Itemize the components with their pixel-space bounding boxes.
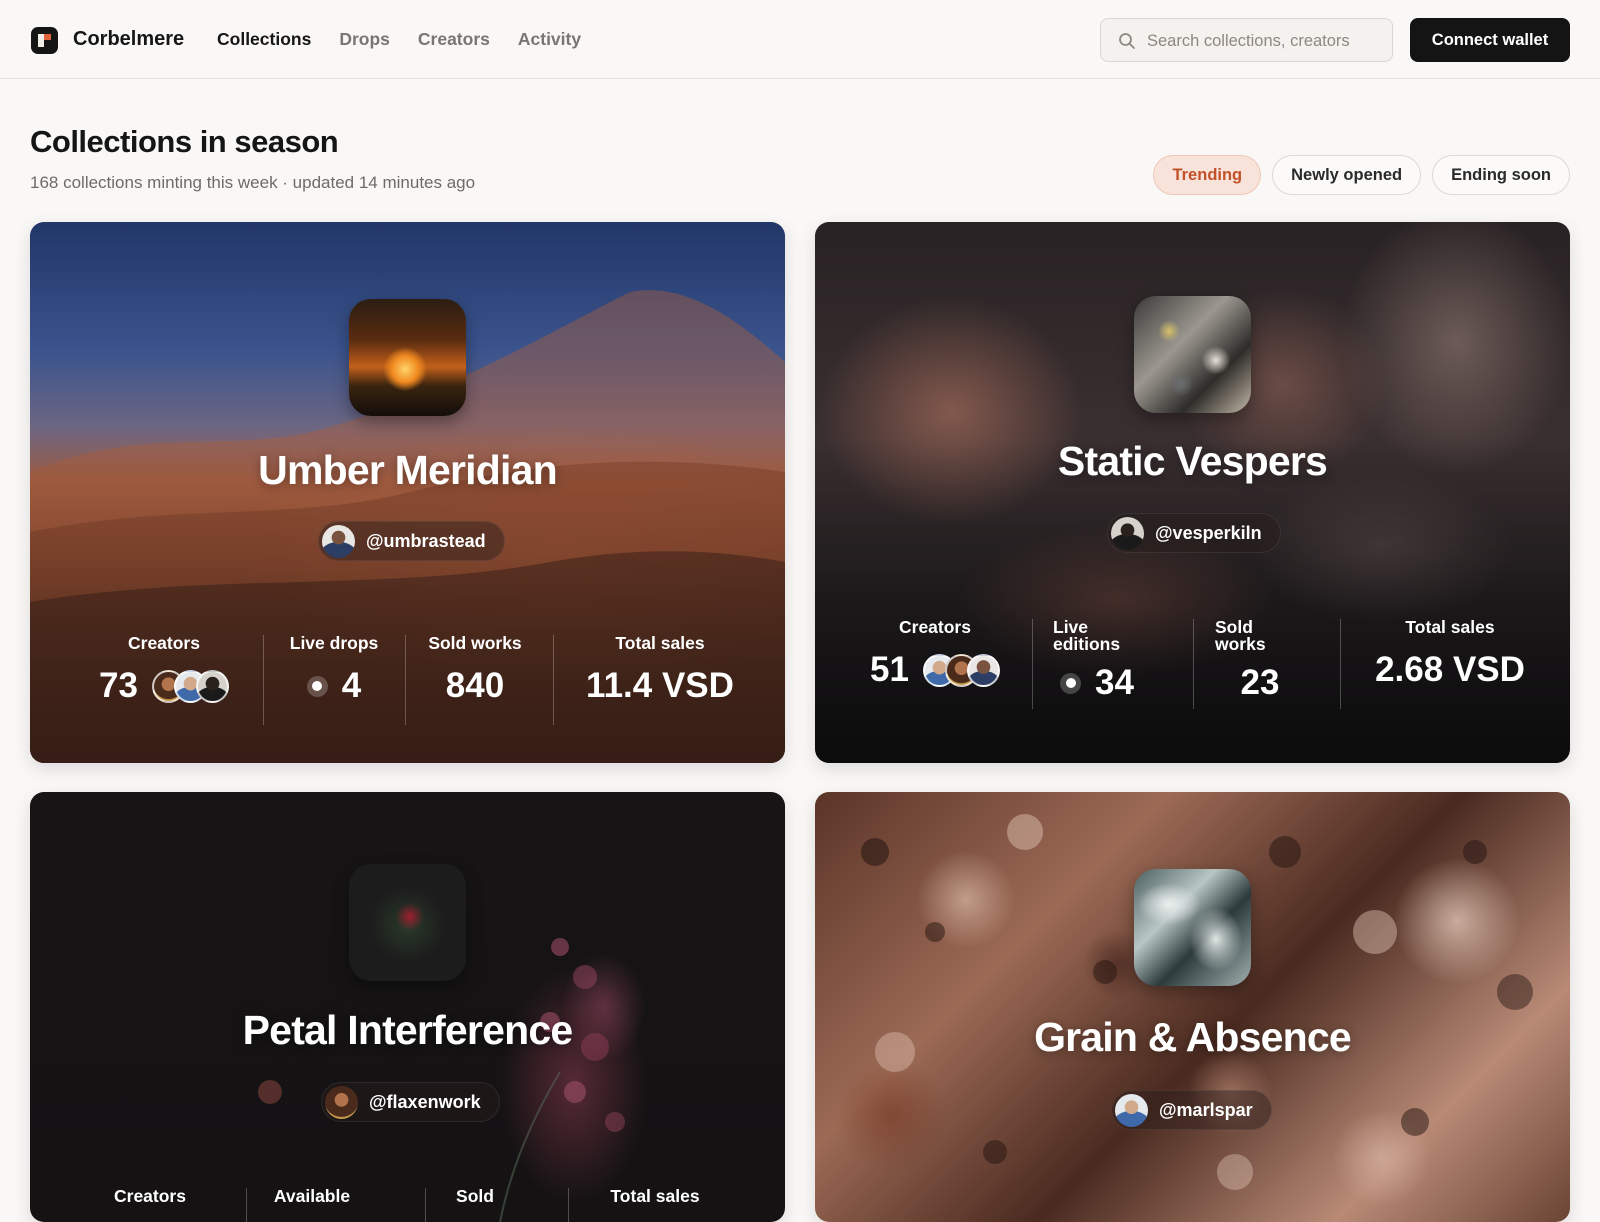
live-indicator-icon (1060, 672, 1082, 694)
stat-divider (425, 1188, 426, 1222)
stat-label: Total sales (615, 633, 705, 653)
filter-trending[interactable]: Trending (1153, 155, 1262, 195)
stat-creators: Creators (80, 1186, 220, 1222)
stat-value: 51 (870, 650, 909, 689)
stat-label: Total sales (1405, 617, 1495, 637)
collection-thumbnail (349, 864, 466, 981)
avatar (325, 1085, 358, 1119)
stat-divider (553, 635, 554, 725)
collection-title: Grain & Absence (1034, 1014, 1352, 1060)
collection-card-petal-interference[interactable]: Petal Interference @flaxenwork Creators … (30, 792, 785, 1222)
search-box[interactable] (1100, 18, 1393, 63)
stat-value: 4 (341, 666, 362, 705)
collection-card-umber-meridian[interactable]: Umber Meridian @umbrastead Creators 73 L… (30, 222, 785, 763)
stat-sold-works: Sold works 23 (1215, 617, 1305, 709)
collection-title: Petal Interference (242, 1007, 574, 1053)
stat-live-editions: Live editions 34 (1053, 617, 1141, 709)
creator-pill[interactable]: @flaxenwork (321, 1082, 500, 1122)
collection-title: Umber Meridian (258, 447, 557, 493)
stat-label: Creators (899, 617, 971, 637)
stat-divider (1032, 619, 1033, 709)
stat-sold-works: Sold works 840 (420, 633, 530, 725)
creator-avatar-stack[interactable] (922, 653, 1000, 687)
avatar (966, 653, 1000, 687)
avatar (195, 669, 229, 703)
stat-total-sales: Total sales 2.68 VSD (1350, 617, 1550, 709)
search-input[interactable] (1145, 19, 1389, 63)
stat-sold: Sold (430, 1186, 520, 1222)
nav-collections[interactable]: Collections (217, 29, 311, 50)
collection-title: Static Vespers (1057, 438, 1328, 484)
creator-handle: @umbrastead (366, 530, 486, 551)
nav-activity[interactable]: Activity (518, 29, 581, 50)
creator-handle: @vesperkiln (1155, 522, 1262, 543)
nav-drops[interactable]: Drops (339, 29, 390, 50)
stat-label: Live editions (1053, 617, 1121, 654)
filter-ending-soon[interactable]: Ending soon (1432, 155, 1570, 195)
stat-label: Sold works (428, 633, 522, 653)
stat-label: Creators (114, 1186, 186, 1206)
stat-live-drops: Live drops 4 (278, 633, 390, 725)
stat-available: Available (252, 1186, 372, 1222)
stat-value: 11.4 VSD (586, 666, 734, 705)
collection-stats: Creators 51 Live editions 34 Sold works … (815, 617, 1570, 709)
top-bar: Corbelmere Collections Drops Creators Ac… (0, 0, 1600, 79)
stat-label: Sold (456, 1186, 494, 1206)
creator-handle: @marlspar (1159, 1099, 1253, 1120)
live-indicator-icon (306, 675, 328, 697)
collection-thumbnail (1134, 296, 1251, 413)
nav-creators[interactable]: Creators (418, 29, 490, 50)
collection-thumbnail (349, 299, 466, 416)
stat-label: Total sales (610, 1186, 700, 1206)
creator-pill[interactable]: @vesperkiln (1107, 513, 1281, 553)
stat-divider (568, 1188, 569, 1222)
brand-logo-icon[interactable] (31, 27, 58, 54)
avatar (322, 524, 355, 558)
collection-stats: Creators Available Sold Total sales (30, 1186, 785, 1222)
collection-card-static-vespers[interactable]: Static Vespers @vesperkiln Creators 51 L… (815, 222, 1570, 763)
stat-creators: Creators 51 (865, 617, 1005, 709)
connect-wallet-button[interactable]: Connect wallet (1410, 18, 1570, 62)
stat-label: Available (273, 1186, 351, 1206)
stat-total-sales: Total sales (580, 1186, 730, 1222)
creator-pill[interactable]: @umbrastead (318, 521, 505, 561)
page-title: Collections in season (30, 124, 339, 159)
collection-thumbnail (1134, 869, 1251, 986)
filter-chips: Trending Newly opened Ending soon (1153, 155, 1570, 195)
avatar (1115, 1093, 1148, 1127)
stat-value: 23 (1240, 663, 1280, 702)
cell-pattern (861, 814, 1533, 1190)
collection-card-grain-and-absence[interactable]: Grain & Absence @marlspar (815, 792, 1570, 1222)
stat-divider (263, 635, 264, 725)
creator-handle: @flaxenwork (369, 1091, 481, 1112)
stat-label: Sold works (1215, 617, 1266, 654)
stat-total-sales: Total sales 11.4 VSD (560, 633, 760, 725)
main-nav: Collections Drops Creators Activity (217, 29, 581, 50)
stat-creators: Creators 73 (94, 633, 234, 725)
avatar (1111, 516, 1144, 550)
creator-pill[interactable]: @marlspar (1111, 1090, 1272, 1130)
stat-value: 73 (99, 666, 138, 705)
page-subtitle: 168 collections minting this week · upda… (30, 173, 476, 192)
filter-newly-opened[interactable]: Newly opened (1272, 155, 1422, 195)
stat-value: 34 (1095, 663, 1134, 702)
search-icon (1119, 33, 1135, 49)
stat-value: 2.68 VSD (1375, 650, 1525, 689)
stat-label: Live drops (289, 633, 379, 653)
creator-avatar-stack[interactable] (151, 669, 229, 703)
stat-divider (246, 1188, 247, 1222)
stat-label: Creators (128, 633, 200, 653)
stat-divider (1193, 619, 1194, 709)
stat-divider (1340, 619, 1341, 709)
stat-value: 840 (445, 666, 505, 705)
collection-stats: Creators 73 Live drops 4 Sold works 840 (30, 633, 785, 725)
stat-divider (405, 635, 406, 725)
brand-name[interactable]: Corbelmere (73, 28, 184, 51)
